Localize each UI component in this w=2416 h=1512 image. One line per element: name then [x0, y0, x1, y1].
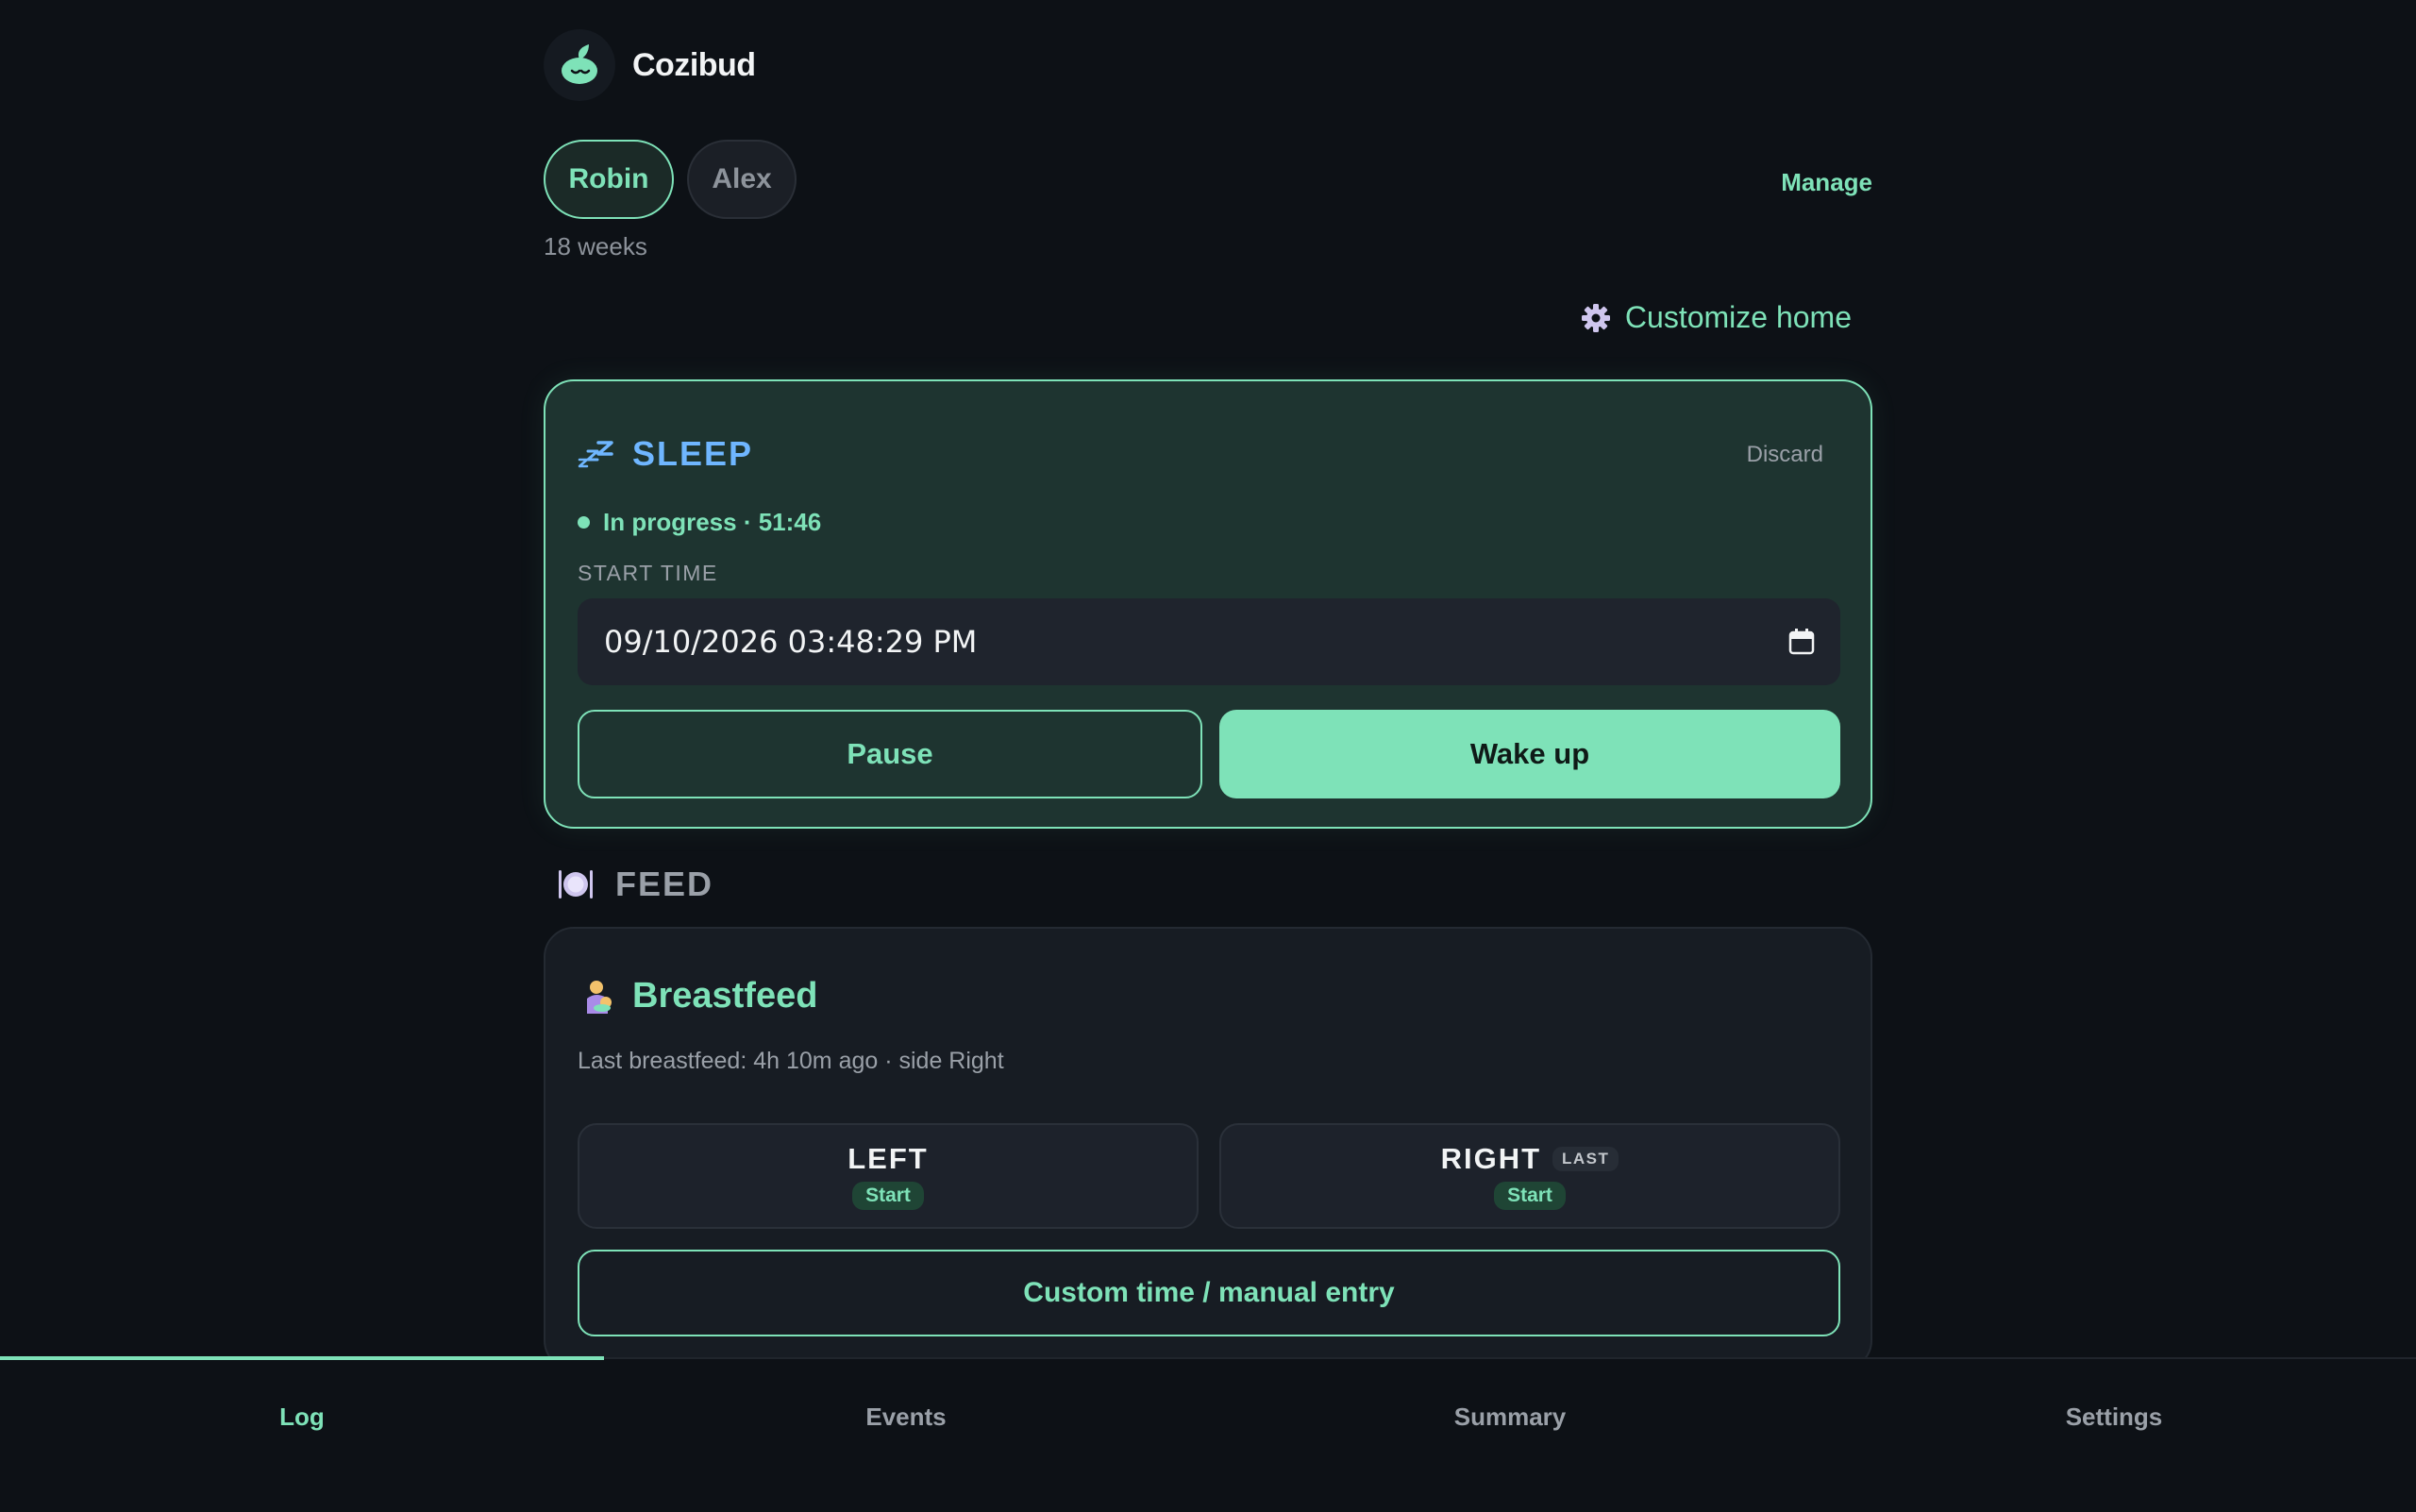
last-side-badge: LAST: [1552, 1147, 1619, 1171]
zzz-icon: [578, 441, 613, 468]
breastfeed-header: Breastfeed: [581, 976, 817, 1016]
start-time-value: 09/10/2026 03:48:29 PM: [604, 624, 978, 660]
left-side-button[interactable]: LEFT Start: [578, 1123, 1199, 1229]
start-time-input[interactable]: 09/10/2026 03:48:29 PM: [578, 598, 1840, 685]
manual-entry-button[interactable]: Custom time / manual entry: [578, 1250, 1840, 1336]
breastfeeding-icon: [587, 980, 612, 1014]
last-breastfeed-info: Last breastfeed: 4h 10m ago · side Right: [578, 1048, 1004, 1074]
breastfeed-title: Breastfeed: [632, 976, 818, 1016]
right-side-label: RIGHT: [1440, 1142, 1542, 1175]
customize-home-label: Customize home: [1624, 300, 1852, 334]
right-side-button[interactable]: RIGHT LAST Start: [1219, 1123, 1840, 1229]
sprout-icon: [562, 44, 597, 84]
profile-tab-robin[interactable]: Robin: [544, 140, 674, 219]
profile-tabs: Robin Alex: [544, 140, 797, 219]
bottom-nav: Log Events Summary Settings: [0, 1356, 2416, 1512]
sleep-status: In progress · 51:46: [578, 508, 821, 537]
nav-tab-events[interactable]: Events: [604, 1359, 1208, 1512]
status-dot: [578, 516, 590, 529]
gear-icon: [1581, 303, 1610, 332]
start-time-label: START TIME: [578, 561, 718, 585]
discard-button[interactable]: Discard: [1747, 442, 1823, 468]
nav-tab-summary[interactable]: Summary: [1208, 1359, 1812, 1512]
manage-profiles-button[interactable]: Manage: [1781, 168, 1872, 197]
calendar-icon[interactable]: [1787, 628, 1816, 656]
left-start-badge: Start: [852, 1182, 924, 1210]
sleep-card: SLEEP Discard In progress · 51:46 START …: [544, 379, 1872, 829]
sleep-status-text: In progress · 51:46: [603, 508, 822, 536]
sleep-actions: Pause Wake up: [578, 710, 1840, 798]
pause-button[interactable]: Pause: [578, 710, 1202, 798]
plate-cutlery-icon: [559, 870, 593, 899]
app-logo: [544, 29, 615, 101]
wake-up-button[interactable]: Wake up: [1219, 710, 1840, 798]
customize-home-button[interactable]: Customize home: [1580, 300, 1852, 335]
app-header: Cozibud: [544, 23, 756, 108]
sleep-title: SLEEP: [632, 434, 754, 473]
side-buttons: LEFT Start RIGHT LAST Start: [578, 1123, 1840, 1229]
right-start-badge: Start: [1494, 1182, 1566, 1210]
sleep-card-header: SLEEP: [578, 434, 753, 474]
feed-section-header: FEED: [557, 865, 713, 904]
feed-section-title: FEED: [615, 865, 714, 903]
left-side-name-row: LEFT: [847, 1142, 929, 1176]
profile-tab-alex[interactable]: Alex: [687, 140, 797, 219]
app-name: Cozibud: [632, 46, 756, 83]
nav-tab-log[interactable]: Log: [0, 1359, 604, 1512]
right-side-name-row: RIGHT LAST: [1441, 1142, 1619, 1176]
breastfeed-card: Breastfeed Last breastfeed: 4h 10m ago ·…: [544, 927, 1872, 1370]
left-side-label: LEFT: [847, 1142, 929, 1175]
nav-tab-settings[interactable]: Settings: [1812, 1359, 2416, 1512]
nav-active-indicator: [0, 1356, 604, 1360]
profile-age: 18 weeks: [544, 232, 647, 260]
